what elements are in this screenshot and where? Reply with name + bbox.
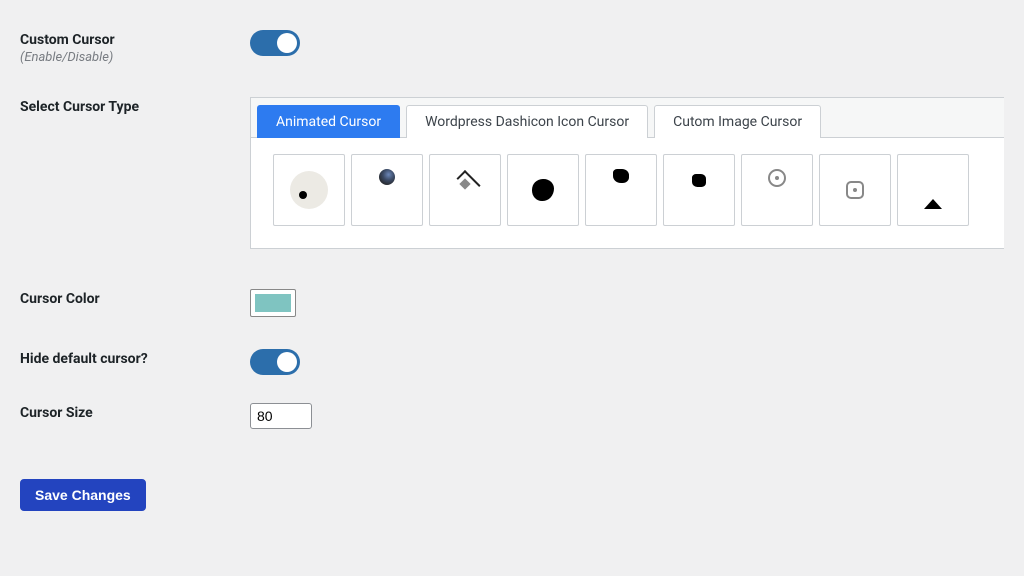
settings-form: Custom Cursor (Enable/Disable) Select Cu… (0, 0, 1024, 531)
blob-small-2-icon (692, 174, 706, 187)
cursor-option-blob-large[interactable] (507, 154, 579, 226)
circle-dot-icon (290, 171, 328, 209)
cursor-option-dark-globe[interactable] (351, 154, 423, 226)
toggle-hide-default[interactable] (250, 349, 300, 375)
triangle-up-icon (924, 199, 942, 209)
cursor-option-triangle-up[interactable] (897, 154, 969, 226)
control-cursor-size (250, 403, 1004, 429)
color-swatch-icon (255, 294, 291, 312)
cursor-options-grid (251, 138, 1004, 248)
cursor-option-blob-small-1[interactable] (585, 154, 657, 226)
tab-dashicon-cursor[interactable]: Wordpress Dashicon Icon Cursor (406, 105, 648, 138)
actions-row: Save Changes (20, 479, 1004, 511)
row-custom-cursor: Custom Cursor (Enable/Disable) (20, 30, 1004, 65)
cursor-type-tabs: Animated Cursor Wordpress Dashicon Icon … (251, 98, 1004, 138)
label-custom-cursor-sub: (Enable/Disable) (20, 50, 250, 65)
label-cursor-type: Select Cursor Type (20, 97, 250, 115)
color-picker[interactable] (250, 289, 296, 317)
cursor-option-ring-dot[interactable] (741, 154, 813, 226)
tab-animated-cursor[interactable]: Animated Cursor (257, 105, 400, 138)
blob-large-icon (532, 179, 554, 201)
cursor-option-blob-small-2[interactable] (663, 154, 735, 226)
label-hide-default-text: Hide default cursor? (20, 351, 148, 367)
label-custom-cursor-text: Custom Cursor (20, 32, 115, 48)
blob-small-1-icon (613, 169, 629, 183)
rounded-square-dot-icon (846, 181, 864, 199)
ring-dot-icon (768, 169, 786, 187)
row-cursor-size: Cursor Size (20, 403, 1004, 429)
chevron-diamond-icon (454, 170, 476, 186)
cursor-type-panel: Animated Cursor Wordpress Dashicon Icon … (250, 97, 1004, 249)
label-cursor-size: Cursor Size (20, 403, 250, 421)
row-hide-default: Hide default cursor? (20, 349, 1004, 375)
toggle-knob-icon (277, 33, 297, 53)
label-cursor-type-text: Select Cursor Type (20, 99, 139, 115)
dark-globe-icon (379, 169, 395, 185)
cursor-option-chevron-diamond[interactable] (429, 154, 501, 226)
row-cursor-type: Select Cursor Type Animated Cursor Wordp… (20, 97, 1004, 249)
label-cursor-color: Cursor Color (20, 289, 250, 307)
cursor-option-rounded-square-dot[interactable] (819, 154, 891, 226)
label-custom-cursor: Custom Cursor (Enable/Disable) (20, 30, 250, 65)
label-cursor-size-text: Cursor Size (20, 405, 93, 421)
cursor-size-input[interactable] (250, 403, 312, 429)
control-custom-cursor (250, 30, 1004, 56)
save-button[interactable]: Save Changes (20, 479, 146, 511)
cursor-option-circle-dot[interactable] (273, 154, 345, 226)
toggle-knob-icon (277, 352, 297, 372)
label-hide-default: Hide default cursor? (20, 349, 250, 367)
control-hide-default (250, 349, 1004, 375)
label-cursor-color-text: Cursor Color (20, 291, 100, 307)
control-cursor-color (250, 289, 1004, 321)
tab-custom-image-cursor[interactable]: Cutom Image Cursor (654, 105, 821, 138)
control-cursor-type: Animated Cursor Wordpress Dashicon Icon … (250, 97, 1004, 249)
row-cursor-color: Cursor Color (20, 289, 1004, 321)
toggle-custom-cursor[interactable] (250, 30, 300, 56)
